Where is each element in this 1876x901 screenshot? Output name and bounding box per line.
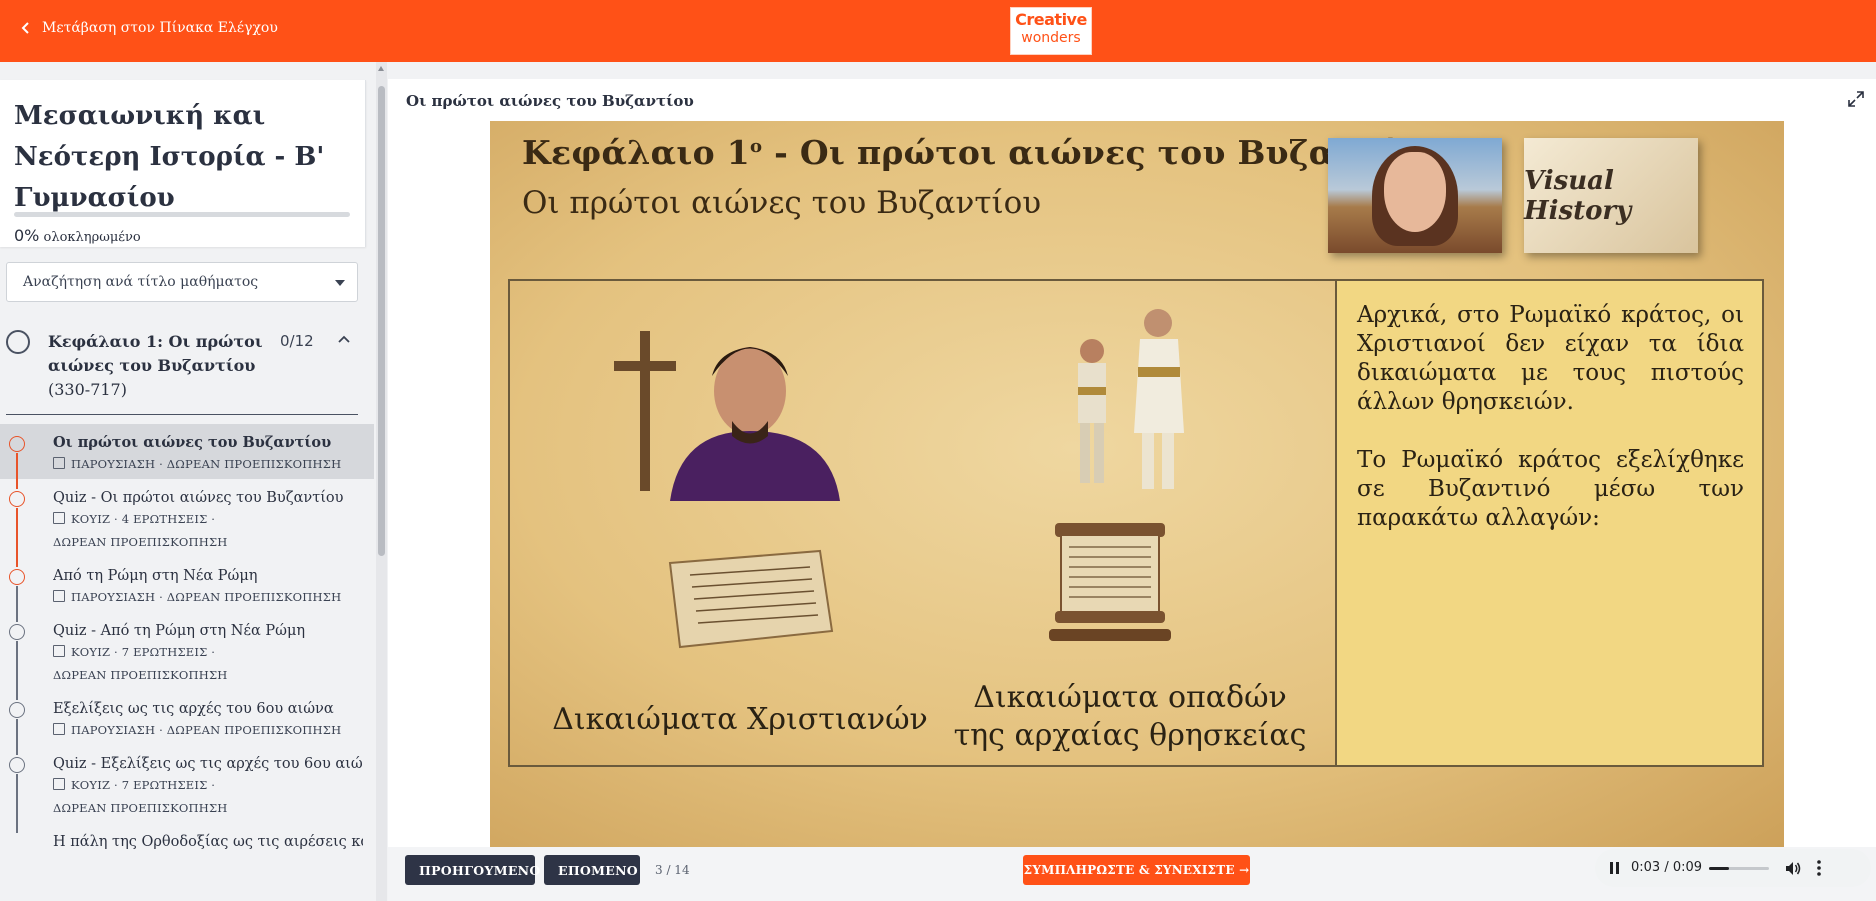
sidebar-scroll-thumb[interactable] (378, 86, 385, 556)
lesson-meta-line2: ΔΩΡΕΑΝ ΠΡΟΕΠΙΣΚΟΠΗΣΗ (53, 668, 228, 682)
progress-text: 0% ολοκληρωμένο (14, 226, 141, 245)
presentation-icon (53, 590, 65, 602)
quiz-icon (53, 512, 65, 524)
lesson-status-icon (9, 569, 25, 585)
chevron-left-icon (21, 22, 29, 34)
slide-heading: Κεφάλαιο 1ο - Οι πρώτοι αιώνες του Βυζαν… (522, 133, 1442, 172)
top-bar: Μετάβαση στον Πίνακα Ελέγχου Creative wo… (0, 0, 1876, 62)
course-progress-bar (14, 212, 350, 217)
next-button[interactable]: ΕΠΟΜΕΝΟ (544, 855, 640, 885)
caret-down-icon (335, 280, 345, 286)
lesson-title: Από τη Ρώμη στη Νέα Ρώμη (53, 568, 258, 584)
expand-icon[interactable] (1847, 90, 1865, 108)
chevron-up-icon[interactable] (337, 334, 351, 344)
lesson-status-icon (9, 491, 25, 507)
lesson-meta: ΚΟΥΙΖ · 4 ΕΡΩΤΗΣΕΙΣ · (53, 508, 374, 531)
chapter-header[interactable]: Κεφάλαιο 1: Οι πρώτοι αιώνες του Βυζαντί… (0, 324, 366, 414)
lesson-title: Quiz - Οι πρώτοι αιώνες του Βυζαντίου (53, 490, 344, 506)
back-to-dashboard-link[interactable]: Μετάβαση στον Πίνακα Ελέγχου (20, 20, 278, 36)
lesson-title: Η πάλη της Ορθοδοξίας ως τις αιρέσεις κα… (53, 834, 363, 850)
lesson-meta: ΠΑΡΟΥΣΙΑΣΗ · ΔΩΡΕΑΝ ΠΡΟΕΠΙΣΚΟΠΗΣΗ (53, 453, 374, 476)
previous-button[interactable]: ΠΡΟΗΓΟΥΜΕΝΟ (405, 855, 540, 885)
audio-player: 0:03 / 0:09 (1595, 849, 1871, 887)
chapter-years: (330-717) (48, 380, 127, 399)
audio-progress-slider[interactable] (1709, 867, 1769, 870)
lesson-meta: ΠΑΡΟΥΣΙΑΣΗ · ΔΩΡΕΑΝ ΠΡΟΕΠΙΣΚΟΠΗΣΗ (53, 719, 374, 742)
lesson-item[interactable]: Οι πρώτοι αιώνες του Βυζαντίου ΠΑΡΟΥΣΙΑΣ… (0, 424, 374, 489)
presentation-slide: Κεφάλαιο 1ο - Οι πρώτοι αιώνες του Βυζαν… (490, 121, 1784, 847)
chapter-count: 0/12 (280, 332, 314, 350)
course-card: Μεσαιωνική και Νεότερη Ιστορία - Β' Γυμν… (0, 80, 366, 247)
presentation-icon (53, 457, 65, 469)
lesson-status-icon (9, 436, 25, 452)
lesson-item[interactable]: Η πάλη της Ορθοδοξίας ως τις αιρέσεις κα… (0, 823, 374, 852)
volume-icon[interactable] (1785, 861, 1801, 876)
audio-time: 0:03 / 0:09 (1631, 860, 1703, 875)
visual-history-logo: Visual History (1524, 138, 1698, 253)
lesson-list: Οι πρώτοι αιώνες του Βυζαντίου ΠΑΡΟΥΣΙΑΣ… (0, 424, 374, 852)
lesson-status-icon (9, 624, 25, 640)
lesson-title: Εξελίξεις ως τις αρχές του 6ου αιώνα (53, 701, 334, 717)
back-link-label: Μετάβαση στον Πίνακα Ελέγχου (42, 20, 278, 36)
progress-percent: 0% (14, 226, 40, 245)
lectern-document-image (1049, 523, 1171, 641)
sidebar-scrollbar[interactable] (376, 62, 387, 901)
chapter-title: Κεφάλαιο 1: Οι πρώτοι αιώνες του Βυζαντί… (48, 332, 263, 399)
more-options-icon[interactable] (1817, 860, 1821, 876)
caption-ancient-religion-rights: Δικαιώματα οπαδών της αρχαίας θρησκείας (953, 680, 1307, 753)
lesson-status-icon (9, 757, 25, 773)
lesson-search-placeholder: Αναζήτηση ανά τίτλο μαθήματος (23, 274, 259, 290)
quiz-icon (53, 778, 65, 790)
lesson-item[interactable]: Εξελίξεις ως τις αρχές του 6ου αιώνα ΠΑΡ… (0, 690, 374, 755)
course-sidebar: Μεσαιωνική και Νεότερη Ιστορία - Β' Γυμν… (0, 62, 376, 901)
chapter-status-circle-icon (6, 330, 30, 354)
slide-page-indicator: 3 / 14 (655, 863, 690, 877)
lesson-search-select[interactable]: Αναζήτηση ανά τίτλο μαθήματος (6, 262, 358, 302)
slide-paragraph: Το Ρωμαϊκό κράτος εξελίχθηκε σε Βυζαντιν… (1357, 447, 1744, 531)
chapter-divider (6, 414, 358, 415)
lesson-title: Quiz - Εξελίξεις ως τις αρχές του 6ου αι… (53, 756, 363, 772)
presentation-icon (53, 723, 65, 735)
pause-icon[interactable] (1609, 862, 1620, 874)
lesson-item[interactable]: Quiz - Οι πρώτοι αιώνες του Βυζαντίου ΚΟ… (0, 479, 374, 567)
lesson-item[interactable]: Quiz - Εξελίξεις ως τις αρχές του 6ου αι… (0, 745, 374, 833)
roman-figures-image (1078, 309, 1184, 489)
progress-label: ολοκληρωμένο (43, 230, 141, 245)
christian-man-with-cross-image (614, 331, 840, 501)
lesson-title: Οι πρώτοι αιώνες του Βυζαντίου (53, 434, 332, 451)
lesson-item[interactable]: Quiz - Από τη Ρώμη στη Νέα Ρώμη ΚΟΥΙΖ · … (0, 612, 374, 700)
lesson-meta: ΚΟΥΙΖ · 7 ΕΡΩΤΗΣΕΙΣ · (53, 641, 374, 664)
slide-subheading: Οι πρώτοι αιώνες του Βυζαντίου (522, 185, 1042, 221)
slide-text-panel: Αρχικά, στο Ρωμαϊκό κράτος, οι Χριστιανο… (1337, 281, 1762, 765)
lesson-meta: ΚΟΥΙΖ · 7 ΕΡΩΤΗΣΕΙΣ · (53, 774, 374, 797)
lesson-title: Quiz - Από τη Ρώμη στη Νέα Ρώμη (53, 623, 306, 639)
lesson-meta: ΠΑΡΟΥΣΙΑΣΗ · ΔΩΡΕΑΝ ΠΡΟΕΠΙΣΚΟΠΗΣΗ (53, 586, 374, 609)
complete-and-continue-button[interactable]: ΣΥΜΠΛΗΡΩΣΤΕ & ΣΥΝΕΧΙΣΤΕ → (1023, 855, 1250, 885)
lesson-header-title: Οι πρώτοι αιώνες του Βυζαντίου (406, 92, 694, 110)
lesson-item[interactable]: Από τη Ρώμη στη Νέα Ρώμη ΠΑΡΟΥΣΙΑΣΗ · ΔΩ… (0, 557, 374, 622)
course-title: Μεσαιωνική και Νεότερη Ιστορία - Β' Γυμν… (14, 101, 325, 213)
quiz-icon (53, 645, 65, 657)
lesson-navigation-bar: ΠΡΟΗΓΟΥΜΕΝΟ ΕΠΟΜΕΝΟ 3 / 14 ΣΥΜΠΛΗΡΩΣΤΕ &… (388, 847, 1876, 901)
lesson-meta-line2: ΔΩΡΕΑΝ ΠΡΟΕΠΙΣΚΟΠΗΣΗ (53, 801, 228, 815)
lesson-meta-line2: ΔΩΡΕΑΝ ΠΡΟΕΠΙΣΚΟΠΗΣΗ (53, 535, 228, 549)
narrator-portrait-image (1328, 138, 1502, 253)
slide-paragraph: Αρχικά, στο Ρωμαϊκό κράτος, οι Χριστιανο… (1357, 302, 1744, 415)
lesson-content: Οι πρώτοι αιώνες του Βυζαντίου Κεφάλαιο … (388, 79, 1876, 901)
slide-content-box: Δικαιώματα Χριστιανών Δικαιώματα οπαδών … (508, 279, 1764, 767)
creative-wonders-logo[interactable]: Creative wonders (1010, 7, 1092, 55)
lesson-status-icon (9, 702, 25, 718)
scroll-document-image (668, 549, 834, 649)
scroll-up-arrow-icon[interactable] (378, 66, 384, 71)
caption-christian-rights: Δικαιώματα Χριστιανών (552, 702, 928, 737)
